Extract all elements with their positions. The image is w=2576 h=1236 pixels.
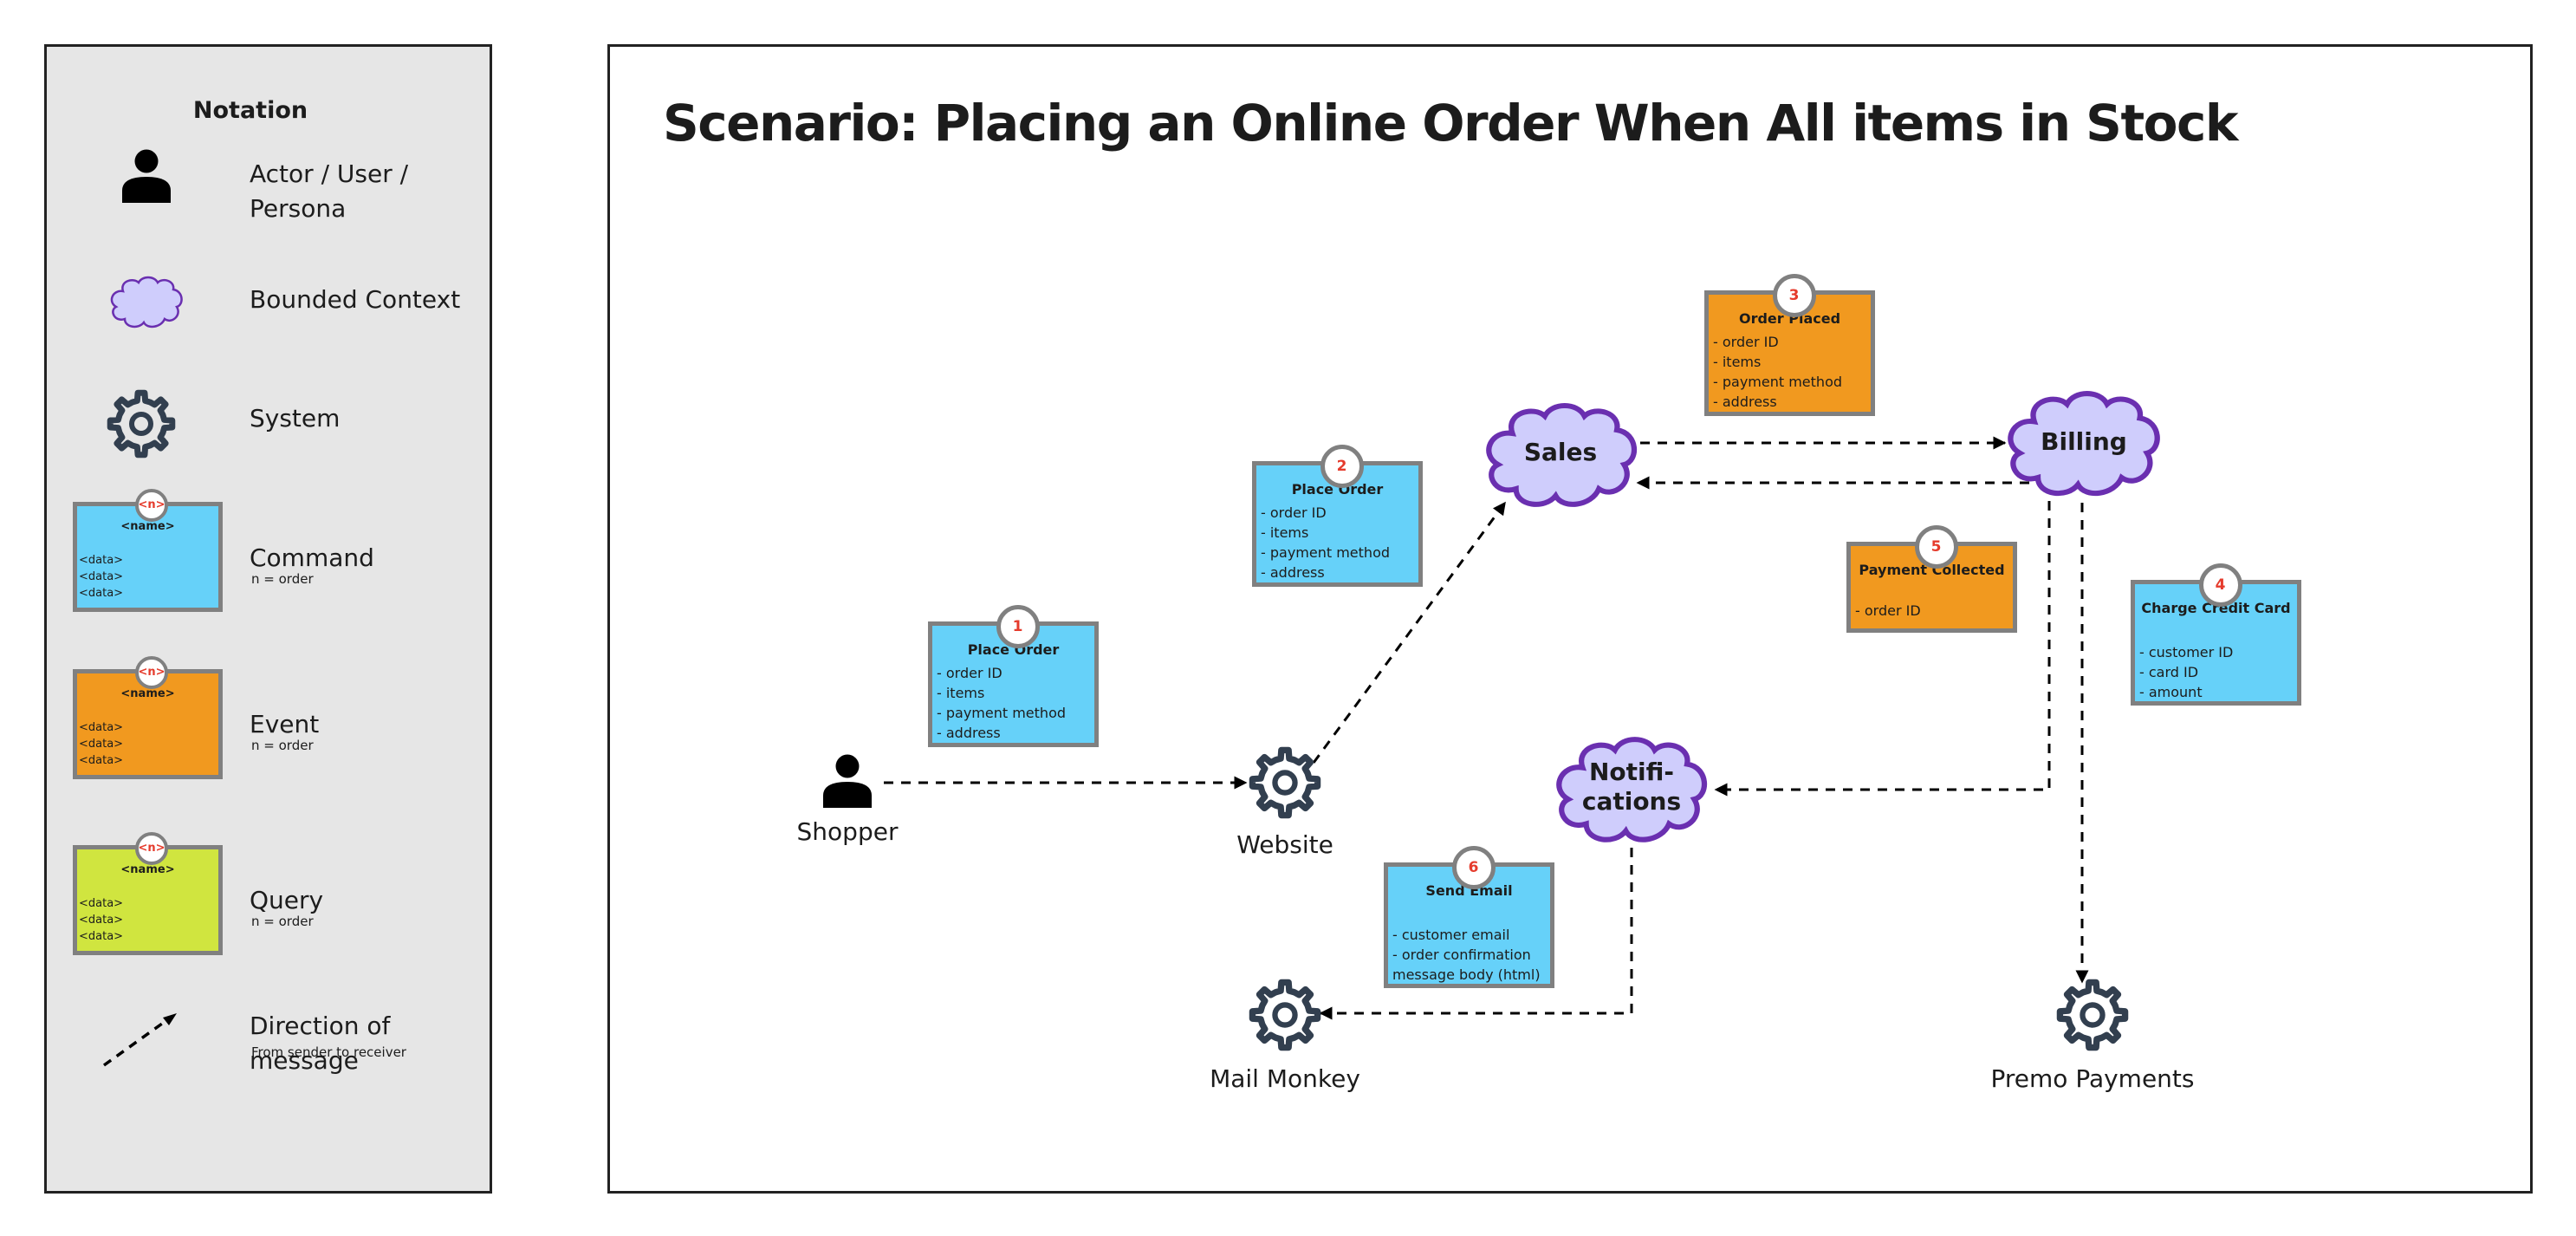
message-card-5: 5 Payment Collected - order ID	[1846, 525, 2017, 633]
legend-command-line: <data>	[79, 554, 124, 567]
message-field: - order ID	[1261, 504, 1327, 521]
message-field: - order confirmation	[1392, 947, 1531, 963]
message-field: - customer ID	[2139, 644, 2234, 660]
message-field: - card ID	[2139, 664, 2199, 680]
legend-query-lines: <data> <data> <data>	[77, 895, 218, 945]
message-order-badge: 4	[2198, 563, 2242, 607]
legend-label-direction: Direction of message	[250, 1012, 391, 1075]
legend-label-actor-line2: Persona	[250, 194, 347, 223]
legend-sub-event: n = order	[251, 738, 314, 753]
message-field: - payment method	[937, 705, 1067, 721]
notation-legend-panel: Notation Actor / User / Persona Bounded …	[44, 44, 492, 1194]
legend-command-name: <name>	[120, 520, 175, 533]
scenario-title: Scenario: Placing an Online Order When A…	[663, 94, 2238, 153]
notifications-label-line1: Notifi-	[1588, 758, 1675, 786]
legend-sub-query: n = order	[251, 914, 314, 929]
legend-command-line: <data>	[79, 570, 124, 583]
message-fields: - customer email - order confirmation me…	[1388, 925, 1550, 985]
actor-shopper-label: Shopper	[796, 817, 899, 846]
message-card-6: 6 Send Email - customer email - order co…	[1384, 846, 1554, 988]
message-fields: - order ID - items - payment method - ad…	[932, 663, 1094, 743]
message-fields: - order ID	[1851, 601, 2013, 621]
bounded-context-notifications-label: Notifi- cations	[1554, 758, 1710, 816]
legend-event-line: <data>	[79, 738, 124, 751]
notifications-label-line2: cations	[1581, 787, 1682, 816]
legend-label-query: Query	[250, 886, 324, 914]
message-field: - items	[1261, 524, 1309, 541]
system-website-label: Website	[1236, 830, 1333, 859]
message-fields: - order ID - items - payment method - ad…	[1709, 332, 1871, 412]
bounded-context-cloud-icon	[110, 276, 183, 329]
message-card-3: 3 Order Placed - order ID - items - paym…	[1704, 274, 1875, 416]
legend-label-event: Event	[250, 710, 320, 738]
legend-event-line: <data>	[79, 754, 124, 767]
message-fields: - customer ID - card ID - amount	[2135, 642, 2297, 702]
message-order-badge: 3	[1772, 274, 1816, 317]
legend-event-lines: <data> <data> <data>	[77, 719, 218, 769]
legend-title: Notation	[192, 97, 308, 124]
message-fields: - order ID - items - payment method - ad…	[1256, 503, 1418, 582]
legend-label-actor: Actor / User / Persona	[250, 157, 408, 226]
legend-query-line: <data>	[79, 897, 124, 910]
bounded-context-sales-label: Sales	[1523, 438, 1598, 466]
legend-command-card: <n> <name> <data> <data> <data>	[73, 489, 223, 612]
message-field: - order ID	[1713, 334, 1779, 350]
message-field: - address	[1261, 564, 1325, 581]
legend-command-line: <data>	[79, 587, 124, 600]
legend-command-lines: <data> <data> <data>	[77, 552, 218, 602]
message-field: - address	[1713, 394, 1777, 410]
legend-command-badge: <n>	[134, 489, 168, 522]
message-order-badge: 5	[1914, 525, 1958, 569]
gear-hub	[129, 412, 153, 436]
legend-query-name: <name>	[120, 863, 175, 876]
system-mailmonkey-label: Mail Monkey	[1210, 1064, 1360, 1093]
legend-sub-command: n = order	[251, 571, 314, 587]
legend-query-badge: <n>	[134, 832, 168, 865]
legend-query-line: <data>	[79, 914, 124, 927]
system-premo-label: Premo Payments	[1990, 1064, 2195, 1093]
message-card-2: 2 Place Order - order ID - items - payme…	[1252, 445, 1423, 587]
message-field: - items	[1713, 354, 1762, 370]
legend-query-card: <n> <name> <data> <data> <data>	[73, 832, 223, 955]
legend-label-command: Command	[250, 543, 374, 572]
legend-query-line: <data>	[79, 930, 124, 943]
message-order-badge: 2	[1320, 445, 1364, 488]
legend-event-line: <data>	[79, 721, 124, 734]
message-field: - customer email	[1392, 927, 1510, 943]
message-field: - address	[937, 725, 1001, 741]
legend-label-system: System	[250, 404, 341, 433]
dashed-arrow-icon	[102, 1013, 177, 1067]
message-field: message body (html)	[1392, 966, 1541, 983]
legend-event-name: <name>	[120, 687, 175, 700]
message-order-badge: 1	[996, 605, 1040, 648]
bounded-context-billing-label: Billing	[2041, 427, 2127, 456]
message-field: - order ID	[1855, 602, 1921, 619]
legend-sub-direction: From sender to receiver	[251, 1044, 406, 1060]
system-gear-icon	[107, 389, 176, 459]
message-field: - items	[937, 685, 985, 701]
message-field: - order ID	[937, 665, 1002, 681]
message-card-1: 1 Place Order - order ID - items - payme…	[928, 605, 1099, 747]
message-card-4: 4 Charge Credit Card - customer ID - car…	[2131, 563, 2301, 706]
message-field: - amount	[2139, 684, 2203, 700]
legend-event-badge: <n>	[134, 656, 168, 689]
actor-icon	[122, 149, 171, 203]
legend-label-bounded-context: Bounded Context	[250, 285, 461, 314]
message-order-badge: 6	[1451, 846, 1496, 889]
legend-event-card: <n> <name> <data> <data> <data>	[73, 656, 223, 779]
legend-label-actor-line1: Actor / User /	[250, 159, 409, 188]
gear-outline	[107, 389, 176, 459]
message-field: - payment method	[1261, 544, 1391, 561]
message-field: - payment method	[1713, 374, 1843, 390]
